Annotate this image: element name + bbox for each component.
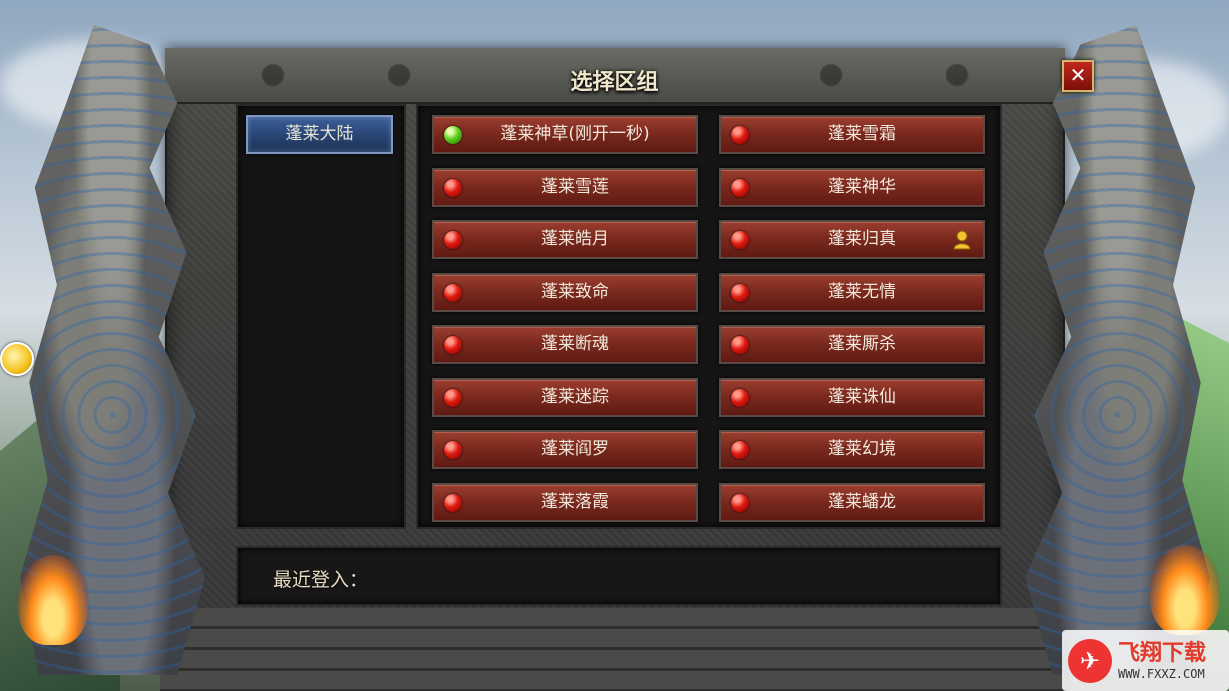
status-busy-icon (731, 336, 749, 354)
watermark: ✈ 飞翔下载 WWW.FXXZ.COM (1062, 630, 1229, 691)
server-label: 蓬莱皓月 (541, 229, 609, 249)
region-list-panel (236, 104, 406, 529)
status-busy-icon (444, 494, 462, 512)
server-button[interactable]: 蓬莱神草(刚开一秒) (432, 115, 698, 154)
close-button[interactable]: ✕ (1062, 60, 1094, 92)
stone-steps (160, 608, 1070, 691)
server-label: 蓬莱迷踪 (541, 387, 609, 407)
server-button[interactable]: 蓬莱断魂 (432, 325, 698, 364)
status-busy-icon (731, 494, 749, 512)
server-label: 蓬莱神华 (828, 177, 896, 197)
server-label: 蓬莱幻境 (828, 439, 896, 459)
status-busy-icon (444, 231, 462, 249)
status-busy-icon (731, 179, 749, 197)
status-busy-icon (731, 284, 749, 302)
server-label: 蓬莱断魂 (541, 334, 609, 354)
character-user-icon (953, 230, 971, 250)
server-label: 蓬莱蟠龙 (828, 492, 896, 512)
server-label: 蓬莱厮杀 (828, 334, 896, 354)
region-tab-penglai[interactable]: 蓬莱大陆 (246, 115, 393, 154)
status-busy-icon (444, 179, 462, 197)
server-label: 蓬莱雪莲 (541, 177, 609, 197)
status-busy-icon (444, 389, 462, 407)
server-button[interactable]: 蓬莱蟠龙 (719, 483, 985, 522)
status-busy-icon (731, 231, 749, 249)
server-button[interactable]: 蓬莱雪莲 (432, 168, 698, 207)
status-busy-icon (731, 389, 749, 407)
watermark-url: WWW.FXXZ.COM (1118, 666, 1205, 681)
server-label: 蓬莱神草(刚开一秒) (500, 124, 650, 144)
server-label: 蓬莱诛仙 (828, 387, 896, 407)
server-button[interactable]: 蓬莱归真 (719, 220, 985, 259)
server-button[interactable]: 蓬莱致命 (432, 273, 698, 312)
server-button[interactable]: 蓬莱厮杀 (719, 325, 985, 364)
server-label: 蓬莱无情 (828, 282, 896, 302)
server-button[interactable]: 蓬莱落霞 (432, 483, 698, 522)
flame-left (18, 555, 88, 645)
server-button[interactable]: 蓬莱诛仙 (719, 378, 985, 417)
status-busy-icon (444, 284, 462, 302)
server-button[interactable]: 蓬莱迷踪 (432, 378, 698, 417)
recent-login-label: 最近登入： (273, 569, 369, 591)
server-button[interactable]: 蓬莱雪霜 (719, 115, 985, 154)
server-button[interactable]: 蓬莱皓月 (432, 220, 698, 259)
dialog-title: 选择区组 (570, 70, 659, 95)
server-label: 蓬莱归真 (828, 229, 896, 249)
watermark-logo-icon: ✈ (1068, 638, 1112, 683)
server-button[interactable]: 蓬莱无情 (719, 273, 985, 312)
floating-assistant-icon[interactable] (0, 342, 34, 376)
status-busy-icon (731, 441, 749, 459)
status-online-icon (444, 126, 462, 144)
server-button[interactable]: 蓬莱神华 (719, 168, 985, 207)
server-label: 蓬莱落霞 (541, 492, 609, 512)
server-label: 蓬莱雪霜 (828, 124, 896, 144)
server-button[interactable]: 蓬莱幻境 (719, 430, 985, 469)
status-busy-icon (444, 336, 462, 354)
watermark-name: 飞翔下载 (1118, 640, 1207, 666)
status-busy-icon (444, 441, 462, 459)
server-button[interactable]: 蓬莱阎罗 (432, 430, 698, 469)
server-label: 蓬莱阎罗 (541, 439, 609, 459)
status-busy-icon (731, 126, 749, 144)
server-label: 蓬莱致命 (541, 282, 609, 302)
flame-right (1150, 545, 1220, 635)
